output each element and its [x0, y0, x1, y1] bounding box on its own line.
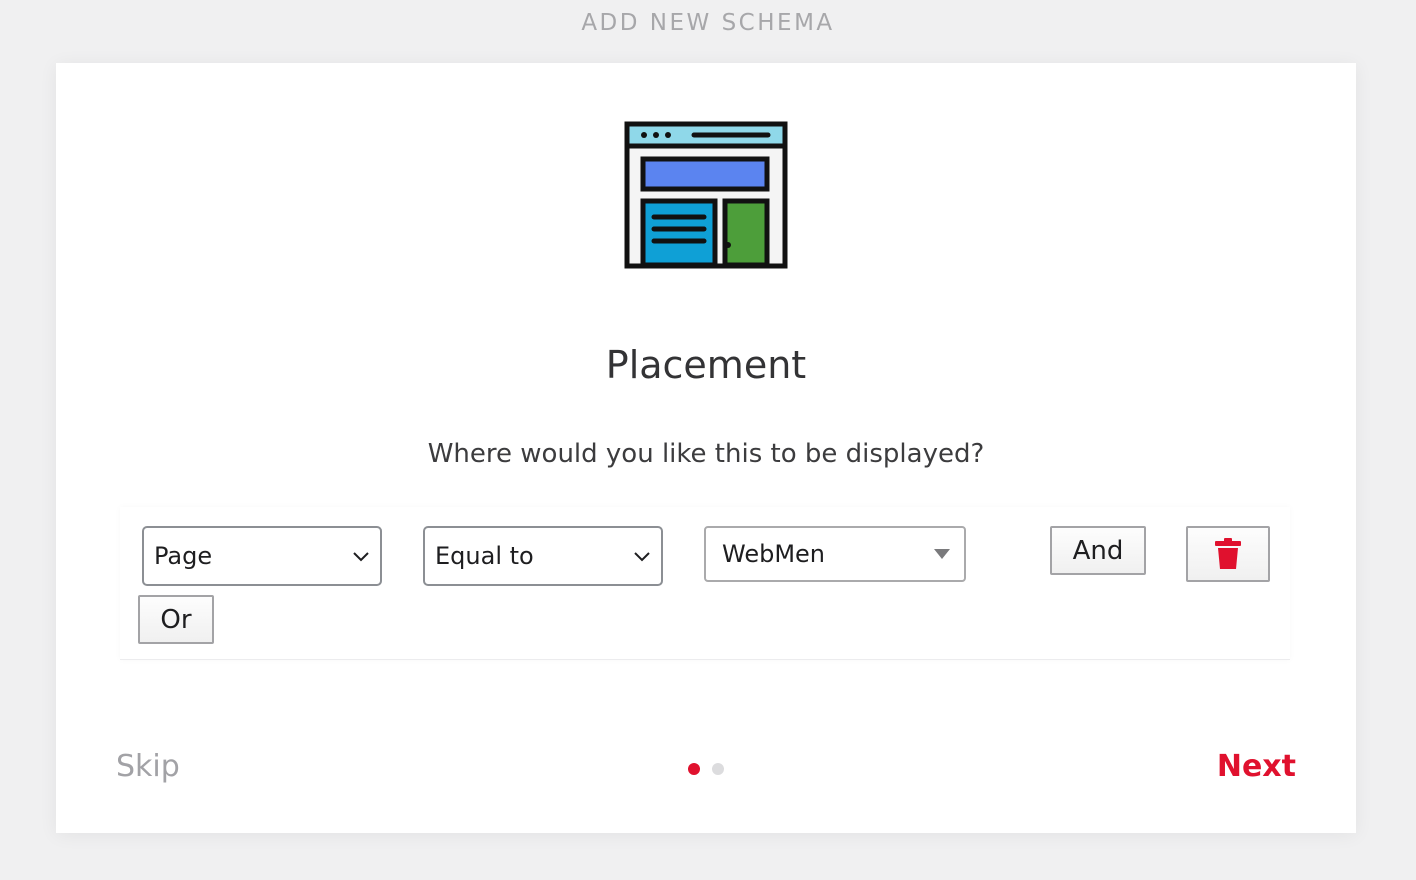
field-select-value: Page — [154, 542, 213, 570]
value-select-value: WebMen — [722, 540, 826, 568]
chevron-down-icon — [634, 552, 650, 562]
step-question: Where would you like this to be displaye… — [427, 439, 985, 469]
delete-rule-button[interactable] — [1186, 526, 1270, 582]
operator-select-value: Equal to — [435, 542, 534, 570]
next-button[interactable]: Next — [1217, 749, 1296, 784]
triangle-down-icon — [934, 549, 950, 559]
wizard-card: Placement Where would you like this to b… — [56, 63, 1356, 833]
page-dot[interactable] — [712, 763, 724, 775]
value-select[interactable]: WebMen — [704, 526, 966, 582]
page-dot-active[interactable] — [688, 763, 700, 775]
step-title: Placement — [605, 343, 807, 387]
placement-rules-panel: Page Equal to WebMen And Or — [120, 507, 1290, 660]
skip-button[interactable]: Skip — [116, 749, 180, 784]
or-button[interactable]: Or — [138, 595, 214, 644]
and-button[interactable]: And — [1050, 526, 1146, 575]
field-select[interactable]: Page — [142, 526, 382, 586]
pagination-dots — [688, 763, 724, 775]
webpage-layout-icon — [624, 121, 788, 269]
page-header: ADD NEW SCHEMA — [581, 10, 835, 36]
chevron-down-icon — [353, 552, 369, 562]
operator-select[interactable]: Equal to — [423, 526, 663, 586]
trash-icon — [1215, 538, 1241, 569]
